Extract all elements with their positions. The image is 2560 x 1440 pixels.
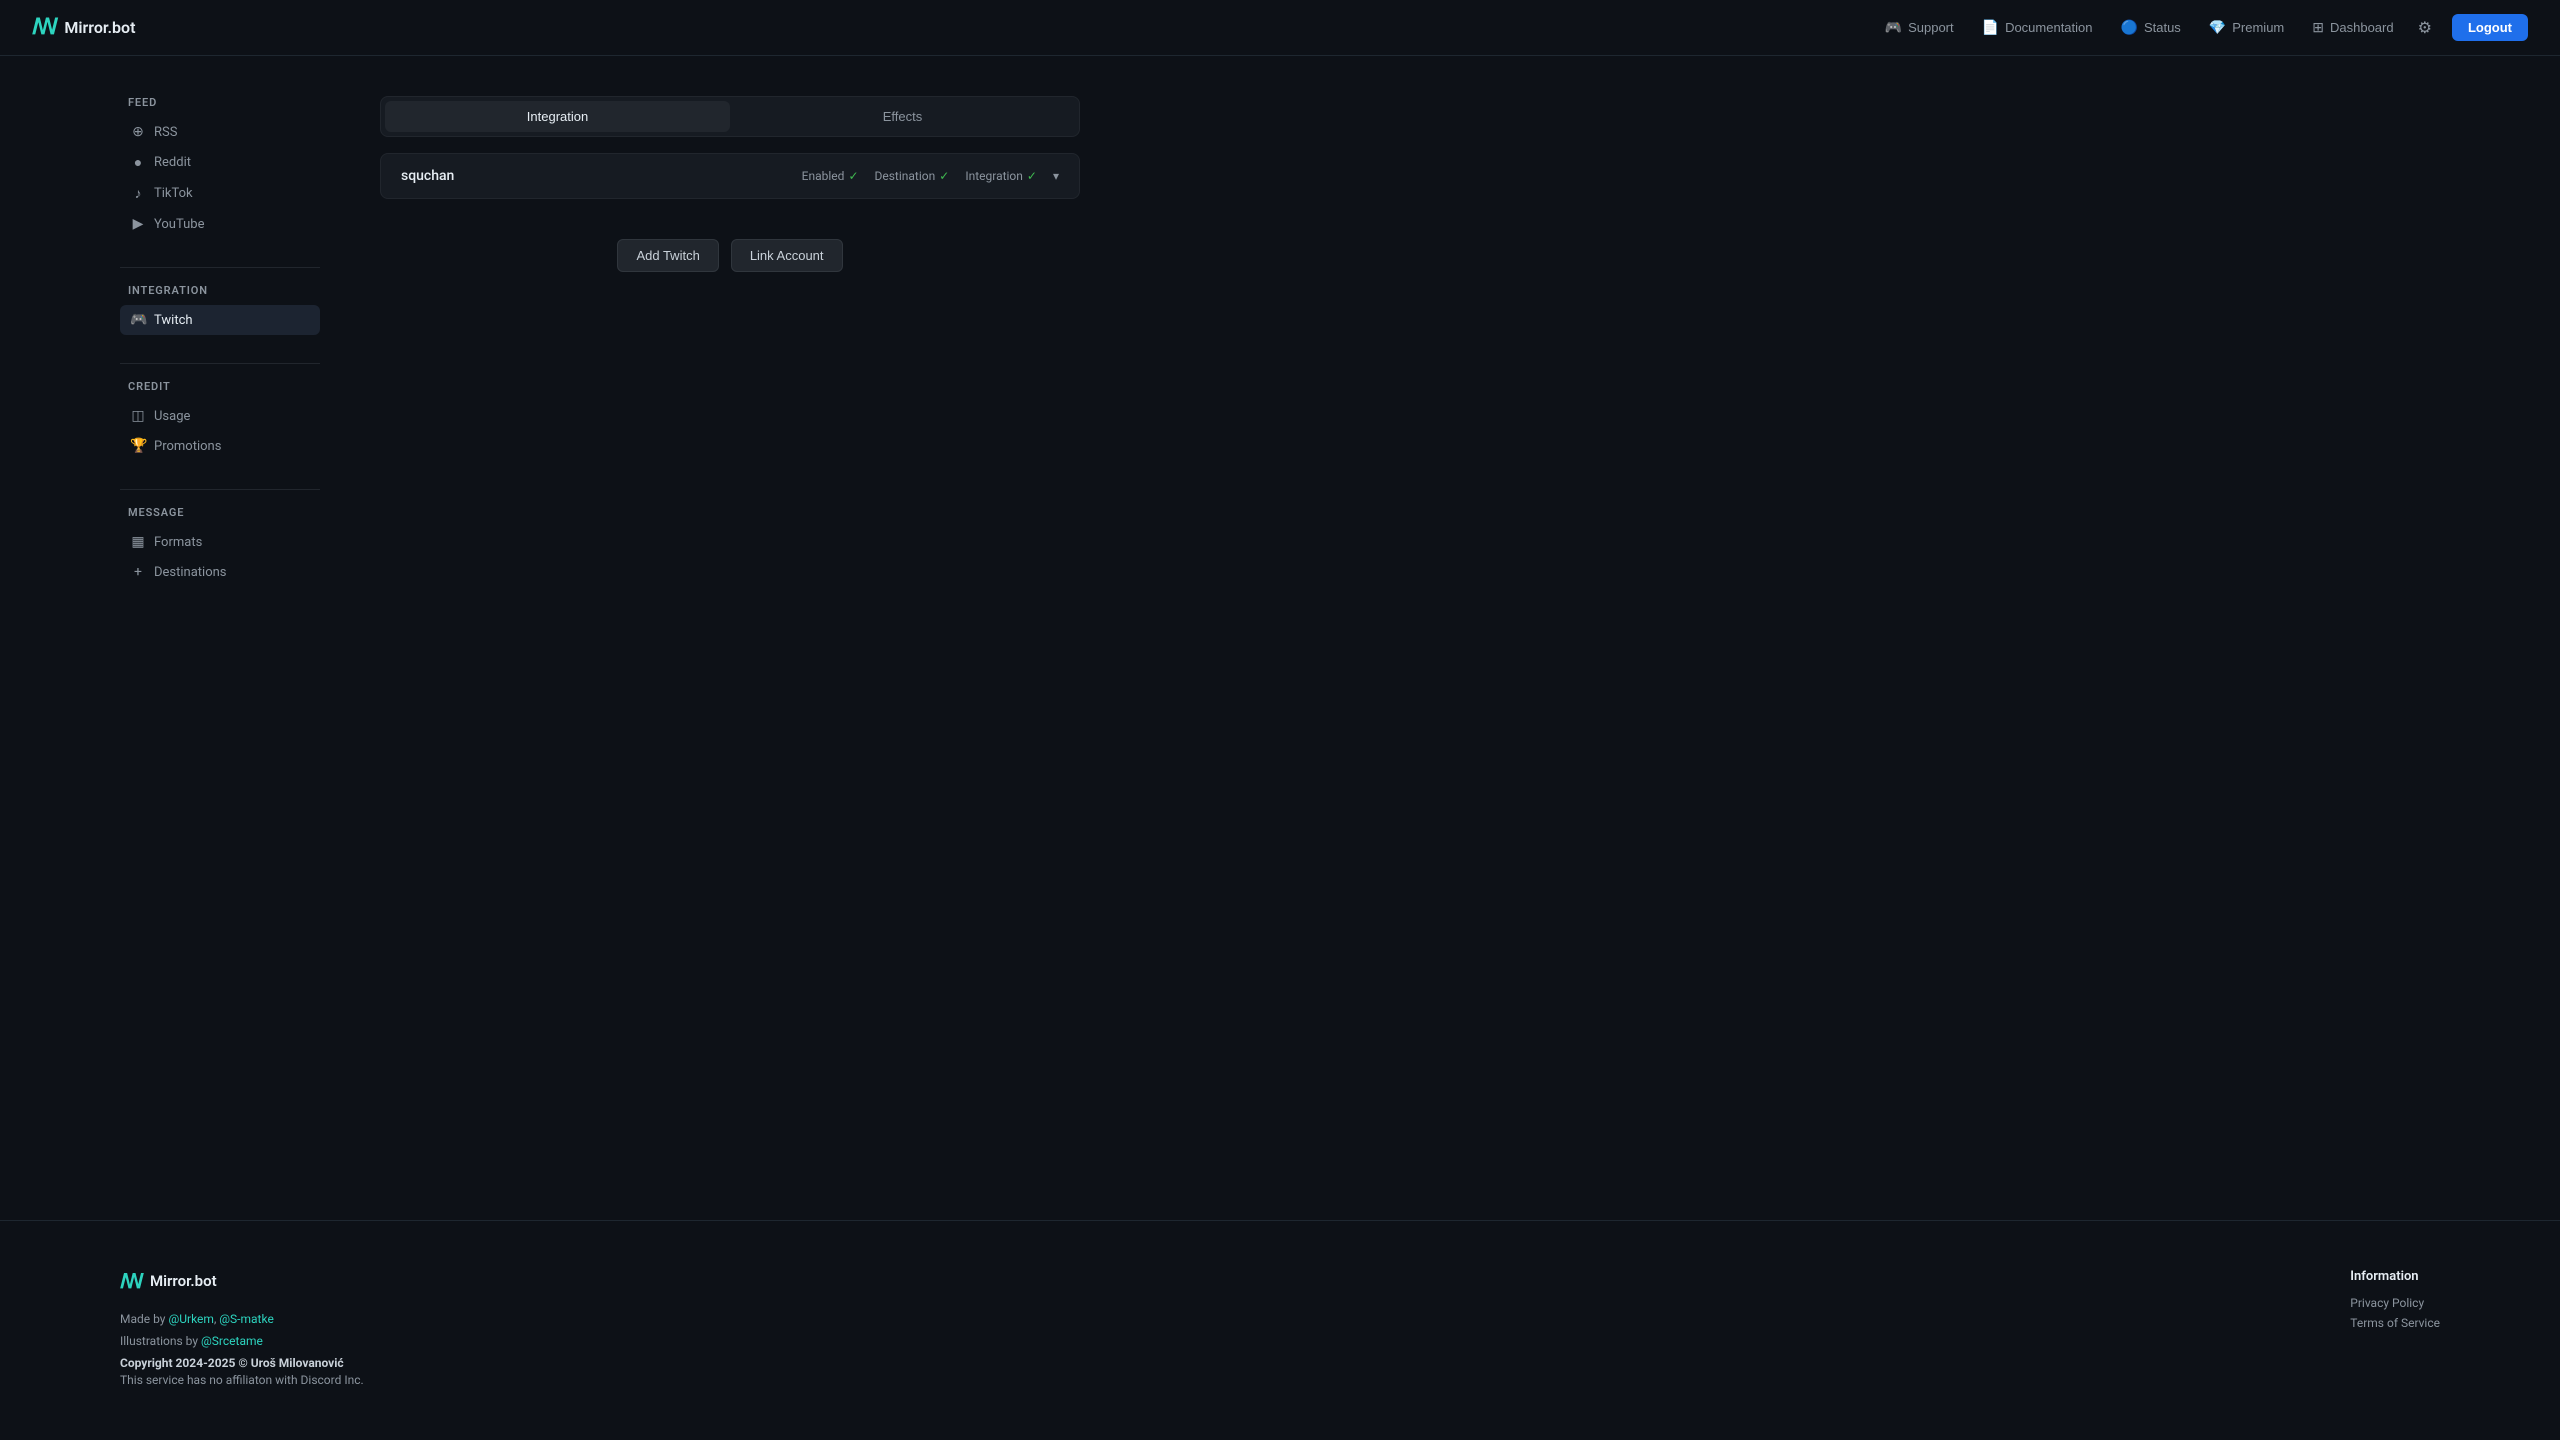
reddit-icon: ● bbox=[130, 154, 146, 171]
sidebar-item-usage[interactable]: ◫ Usage bbox=[120, 401, 320, 431]
tabs: Integration Effects bbox=[380, 96, 1080, 137]
status-enabled: Enabled ✓ bbox=[802, 169, 859, 183]
sidebar-section-feed-title: Feed bbox=[120, 96, 320, 109]
sidebar-item-formats[interactable]: ▦ Formats bbox=[120, 527, 320, 557]
dashboard-icon: ⊞ bbox=[2312, 19, 2324, 36]
sidebar-section-feed: Feed ⊕ RSS ● Reddit ♪ TikTok ▶ YouTube bbox=[120, 96, 320, 239]
footer-illustrator-link[interactable]: @Srcetame bbox=[201, 1334, 263, 1348]
sidebar-section-integration: Integration 🎮 Twitch bbox=[120, 284, 320, 335]
main-content: Feed ⊕ RSS ● Reddit ♪ TikTok ▶ YouTube I… bbox=[0, 56, 2560, 1220]
integration-status: Enabled ✓ Destination ✓ Integration ✓ ▾ bbox=[802, 169, 1059, 183]
sidebar-item-youtube[interactable]: ▶ YouTube bbox=[120, 209, 320, 239]
logo-text: Mirror.bot bbox=[64, 18, 135, 37]
footer-logo-text: Mirror.bot bbox=[150, 1272, 217, 1290]
logo-icon: ꟿ bbox=[32, 15, 56, 40]
footer-info-title: Information bbox=[2350, 1269, 2440, 1284]
footer-logo-icon: ꟿ bbox=[120, 1269, 142, 1293]
header-nav: 🎮 Support 📄 Documentation 🔵 Status 💎 Pre… bbox=[1873, 12, 2528, 44]
sidebar-divider-1 bbox=[120, 267, 320, 268]
sidebar-item-twitch[interactable]: 🎮 Twitch bbox=[120, 305, 320, 335]
support-icon: 🎮 bbox=[1885, 19, 1902, 36]
twitch-icon: 🎮 bbox=[130, 312, 146, 328]
dashboard-button[interactable]: ⊞ Dashboard bbox=[2300, 13, 2405, 42]
status-integration: Integration ✓ bbox=[965, 169, 1037, 183]
sidebar-item-destinations[interactable]: + Destinations bbox=[120, 557, 320, 587]
destinations-icon: + bbox=[130, 564, 146, 580]
sidebar-item-promotions[interactable]: 🏆 Promotions bbox=[120, 431, 320, 461]
sidebar-section-integration-title: Integration bbox=[120, 284, 320, 297]
logo[interactable]: ꟿ Mirror.bot bbox=[32, 15, 135, 40]
destination-label: Destination bbox=[875, 169, 936, 183]
integration-name: squchan bbox=[401, 168, 454, 184]
destination-check-icon: ✓ bbox=[939, 169, 949, 183]
footer-left: ꟿ Mirror.bot Made by @Urkem, @S-matke Il… bbox=[120, 1269, 364, 1392]
logout-button[interactable]: Logout bbox=[2452, 14, 2528, 41]
documentation-button[interactable]: 📄 Documentation bbox=[1970, 13, 2105, 42]
footer-inner: ꟿ Mirror.bot Made by @Urkem, @S-matke Il… bbox=[120, 1269, 2440, 1392]
sidebar-item-reddit[interactable]: ● Reddit bbox=[120, 147, 320, 178]
tab-integration[interactable]: Integration bbox=[385, 101, 730, 132]
footer-tos-link[interactable]: Terms of Service bbox=[2350, 1316, 2440, 1330]
promotions-icon: 🏆 bbox=[130, 438, 146, 454]
footer-copyright: Copyright 2024-2025 © Uroš Milovanović bbox=[120, 1356, 364, 1370]
sidebar: Feed ⊕ RSS ● Reddit ♪ TikTok ▶ YouTube I… bbox=[120, 96, 320, 1180]
rss-icon: ⊕ bbox=[130, 124, 146, 140]
footer-right: Information Privacy Policy Terms of Serv… bbox=[2350, 1269, 2440, 1336]
sidebar-item-rss[interactable]: ⊕ RSS bbox=[120, 117, 320, 147]
integration-item-squchan[interactable]: squchan Enabled ✓ Destination ✓ Integrat… bbox=[380, 153, 1080, 199]
status-destination: Destination ✓ bbox=[875, 169, 950, 183]
youtube-icon: ▶ bbox=[130, 216, 146, 232]
footer-made-by: Made by @Urkem, @S-matke bbox=[120, 1309, 364, 1331]
footer-disclaimer: This service has no affiliaton with Disc… bbox=[120, 1370, 364, 1392]
settings-button[interactable]: ⚙ bbox=[2410, 12, 2440, 44]
content-area: Integration Effects squchan Enabled ✓ De… bbox=[380, 96, 1080, 1180]
tab-effects[interactable]: Effects bbox=[730, 101, 1075, 132]
sidebar-section-message: Message ▦ Formats + Destinations bbox=[120, 506, 320, 587]
premium-button[interactable]: 💎 Premium bbox=[2197, 13, 2296, 42]
documentation-icon: 📄 bbox=[1982, 19, 1999, 36]
footer-author-2-link[interactable]: @S-matke bbox=[219, 1312, 274, 1326]
enabled-label: Enabled bbox=[802, 169, 845, 183]
sidebar-divider-3 bbox=[120, 489, 320, 490]
footer-illustrations: Illustrations by @Srcetame bbox=[120, 1331, 364, 1353]
integration-check-icon: ✓ bbox=[1027, 169, 1037, 183]
sidebar-section-credit-title: Credit bbox=[120, 380, 320, 393]
status-button[interactable]: 🔵 Status bbox=[2109, 13, 2193, 42]
support-button[interactable]: 🎮 Support bbox=[1873, 13, 1966, 42]
usage-icon: ◫ bbox=[130, 408, 146, 424]
gear-icon: ⚙ bbox=[2418, 20, 2432, 37]
footer: ꟿ Mirror.bot Made by @Urkem, @S-matke Il… bbox=[0, 1220, 2560, 1440]
link-account-button[interactable]: Link Account bbox=[731, 239, 843, 272]
status-icon: 🔵 bbox=[2121, 19, 2138, 36]
add-twitch-button[interactable]: Add Twitch bbox=[617, 239, 718, 272]
tiktok-icon: ♪ bbox=[130, 185, 146, 202]
sidebar-divider-2 bbox=[120, 363, 320, 364]
integration-label: Integration bbox=[965, 169, 1023, 183]
sidebar-item-tiktok[interactable]: ♪ TikTok bbox=[120, 178, 320, 209]
enabled-check-icon: ✓ bbox=[848, 169, 858, 183]
sidebar-section-credit: Credit ◫ Usage 🏆 Promotions bbox=[120, 380, 320, 461]
chevron-down-icon: ▾ bbox=[1053, 169, 1059, 183]
actions-area: Add Twitch Link Account bbox=[380, 239, 1080, 272]
header: ꟿ Mirror.bot 🎮 Support 📄 Documentation 🔵… bbox=[0, 0, 2560, 56]
footer-logo: ꟿ Mirror.bot bbox=[120, 1269, 364, 1293]
footer-privacy-link[interactable]: Privacy Policy bbox=[2350, 1296, 2440, 1310]
sidebar-section-message-title: Message bbox=[120, 506, 320, 519]
premium-icon: 💎 bbox=[2209, 19, 2226, 36]
formats-icon: ▦ bbox=[130, 534, 146, 550]
footer-author-1-link[interactable]: @Urkem bbox=[168, 1312, 213, 1326]
